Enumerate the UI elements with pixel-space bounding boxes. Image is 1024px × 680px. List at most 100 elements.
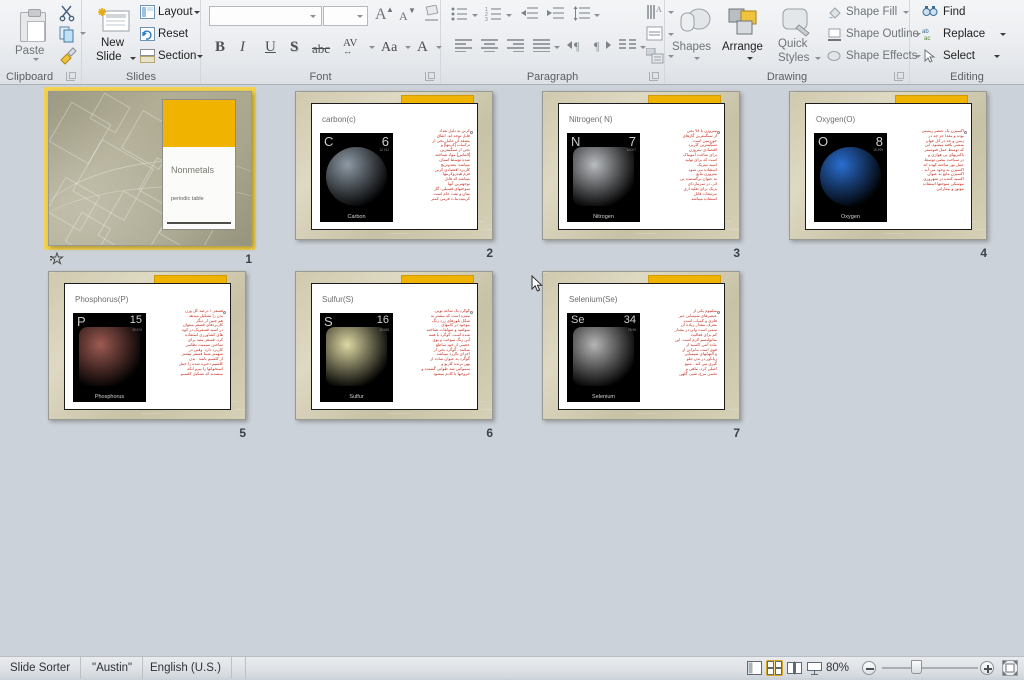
slide-show-view-icon: [807, 662, 822, 675]
format-painter-button[interactable]: [58, 46, 80, 66]
reading-view-button[interactable]: [786, 660, 803, 676]
decrease-indent-button[interactable]: [521, 6, 541, 26]
frame-texture: [543, 92, 549, 93]
change-case-chevron-down-icon[interactable]: [405, 46, 411, 49]
slide-sorter-view-button[interactable]: [766, 660, 783, 676]
italic-icon: I: [240, 39, 245, 55]
bullets-button[interactable]: [451, 6, 479, 26]
drawing-dialog-launcher[interactable]: [894, 72, 904, 81]
shape-fill-button[interactable]: Shape Fill: [827, 3, 909, 22]
font-name-combobox[interactable]: [209, 6, 322, 26]
shapes-chevron-down-icon[interactable]: [694, 57, 700, 60]
shape-outline-button[interactable]: Shape Outline: [827, 25, 921, 44]
reset-button[interactable]: Reset: [140, 25, 198, 45]
slide-canvas[interactable]: carbon(c) C 6 12.011 Carbon کربن به دلیل تعدا…: [295, 91, 493, 240]
ribbon-group-clipboard: Paste Clipboard: [0, 0, 86, 84]
bold-icon: B: [215, 39, 226, 55]
font-name-chevron-down-icon[interactable]: [310, 15, 316, 18]
slide-sorter-workspace[interactable]: Nonmetals periodic table 1 carbon(c) C 6 12.01…: [0, 85, 1024, 656]
select-chevron-down-icon[interactable]: [994, 55, 1000, 58]
select-button[interactable]: Select: [922, 47, 1008, 66]
cut-button[interactable]: [58, 4, 78, 24]
new-slide-chevron-down-icon[interactable]: [130, 57, 136, 60]
zoom-out-button[interactable]: [862, 661, 876, 675]
align-left-button[interactable]: [455, 38, 477, 58]
zoom-slider-track[interactable]: [882, 667, 978, 669]
increase-indent-button[interactable]: [547, 6, 567, 26]
justify-chevron-down-icon[interactable]: [554, 46, 560, 49]
status-language[interactable]: English (U.S.): [140, 657, 232, 679]
find-button[interactable]: Find: [922, 3, 992, 22]
slide-canvas[interactable]: Nonmetals periodic table: [48, 91, 252, 246]
zoom-slider-handle[interactable]: [911, 660, 922, 674]
numbering-chevron-down-icon[interactable]: [506, 14, 512, 17]
slide-canvas[interactable]: Nitrogen( N) N 7 14.007 Nitrogen نیتروژن با ۷…: [542, 91, 740, 240]
font-size-chevron-down-icon[interactable]: [357, 15, 363, 18]
text-shadow-button[interactable]: S: [290, 38, 310, 58]
layout-chevron-down-icon[interactable]: [194, 11, 200, 14]
strikethrough-button[interactable]: abc: [312, 40, 340, 58]
arrange-button[interactable]: Arrange: [721, 5, 773, 63]
bold-button[interactable]: B: [215, 38, 235, 58]
line-spacing-chevron-down-icon[interactable]: [594, 14, 600, 17]
slide-thumbnail-6[interactable]: Sulfur(S) S 16 32.065 Sulfur گوگرد یک شاغد بو…: [291, 267, 505, 454]
slide-thumbnail-3[interactable]: Nitrogen( N) N 7 14.007 Nitrogen نیتروژن با ۷…: [538, 87, 752, 274]
justify-button[interactable]: [533, 38, 561, 58]
status-bar: Slide Sorter "Austin" English (U.S.) 80%: [0, 656, 1024, 679]
slide-thumbnail-4[interactable]: Oxygen(O) O 8 15.999 Oxygen اکسیژن یک عنصر زی…: [785, 87, 999, 274]
slide-canvas[interactable]: Sulfur(S) S 16 32.065 Sulfur گوگرد یک شاغد بو…: [295, 271, 493, 420]
shape-effects-button[interactable]: Shape Effects: [827, 47, 921, 66]
character-spacing-button[interactable]: AV ↔: [343, 37, 377, 58]
align-right-button[interactable]: [507, 38, 529, 58]
columns-button[interactable]: [619, 38, 647, 58]
quick-styles-chevron-down-icon[interactable]: [815, 57, 821, 60]
font-size-combobox[interactable]: [323, 6, 368, 26]
clear-formatting-button[interactable]: [423, 4, 443, 26]
fit-to-window-icon: [1003, 661, 1017, 675]
section-button[interactable]: Section: [140, 47, 203, 67]
grow-font-button[interactable]: A ▲: [373, 5, 395, 26]
status-view-name[interactable]: Slide Sorter: [0, 657, 82, 679]
shape-fill-chevron-down-icon[interactable]: [903, 11, 909, 14]
zoom-percentage-label[interactable]: 80%: [826, 657, 849, 679]
slide-thumbnail-2[interactable]: carbon(c) C 6 12.011 Carbon کربن به دلیل تعدا…: [291, 87, 505, 274]
status-theme-name[interactable]: "Austin": [82, 657, 144, 679]
numbering-button[interactable]: 1 2 3: [485, 6, 513, 26]
line-spacing-button[interactable]: [573, 6, 601, 26]
italic-button[interactable]: I: [240, 38, 260, 58]
slide-body-text: کربن به دلیل تعداد قابل توجه اند. اتفاق مع…: [392, 129, 470, 228]
font-dialog-launcher[interactable]: [425, 72, 435, 81]
paste-chevron-down-icon[interactable]: [33, 58, 39, 61]
right-to-left-button[interactable]: ¶: [593, 38, 615, 58]
slide-thumbnail-1[interactable]: Nonmetals periodic table 1: [44, 87, 258, 274]
normal-view-button[interactable]: [746, 660, 763, 676]
paste-button[interactable]: Paste: [11, 6, 55, 62]
slide-thumbnail-7[interactable]: Selenium(Se) Se 34 78.96 Selenium سلنیوم یکی …: [538, 267, 752, 454]
change-case-button[interactable]: Aa: [381, 38, 413, 58]
bullets-chevron-down-icon[interactable]: [472, 14, 478, 17]
quick-styles-button[interactable]: Quick Styles: [775, 5, 825, 64]
new-slide-button[interactable]: New Slide: [90, 5, 138, 63]
zoom-in-button[interactable]: [980, 661, 994, 675]
arrange-chevron-down-icon[interactable]: [747, 57, 753, 60]
replace-chevron-down-icon[interactable]: [1000, 33, 1006, 36]
replace-button[interactable]: ab ac Replace: [922, 25, 1012, 44]
align-center-button[interactable]: [481, 38, 503, 58]
slide-canvas[interactable]: Oxygen(O) O 8 15.999 Oxygen اکسیژن یک عنصر زی…: [789, 91, 987, 240]
content-card: Oxygen(O) O 8 15.999 Oxygen اکسیژن یک عنصر زی…: [805, 103, 972, 230]
shrink-font-button[interactable]: A ▼: [397, 5, 419, 26]
slide-show-view-button[interactable]: [806, 660, 823, 676]
paragraph-dialog-launcher[interactable]: [649, 72, 659, 81]
layout-button[interactable]: Layout: [140, 3, 200, 23]
fit-slide-to-window-button[interactable]: [1002, 660, 1018, 676]
underline-button[interactable]: U: [265, 38, 285, 58]
character-spacing-chevron-down-icon[interactable]: [369, 46, 375, 49]
left-to-right-button[interactable]: ¶: [567, 38, 589, 58]
slide-canvas[interactable]: Phosphorus(P) P 15 30.974 Phosphorus فسفر ۱ د…: [48, 271, 246, 420]
ribbon-group-editing: Find ab ac Replace Select Editing: [910, 0, 1024, 84]
shapes-button[interactable]: Shapes: [671, 5, 719, 63]
slide-thumbnail-5[interactable]: Phosphorus(P) P 15 30.974 Phosphorus فسفر ۱ د…: [44, 267, 258, 454]
clipboard-dialog-launcher[interactable]: [66, 72, 76, 81]
shape-effects-icon: [827, 51, 841, 61]
slide-canvas[interactable]: Selenium(Se) Se 34 78.96 Selenium سلنیوم یکی …: [542, 271, 740, 420]
